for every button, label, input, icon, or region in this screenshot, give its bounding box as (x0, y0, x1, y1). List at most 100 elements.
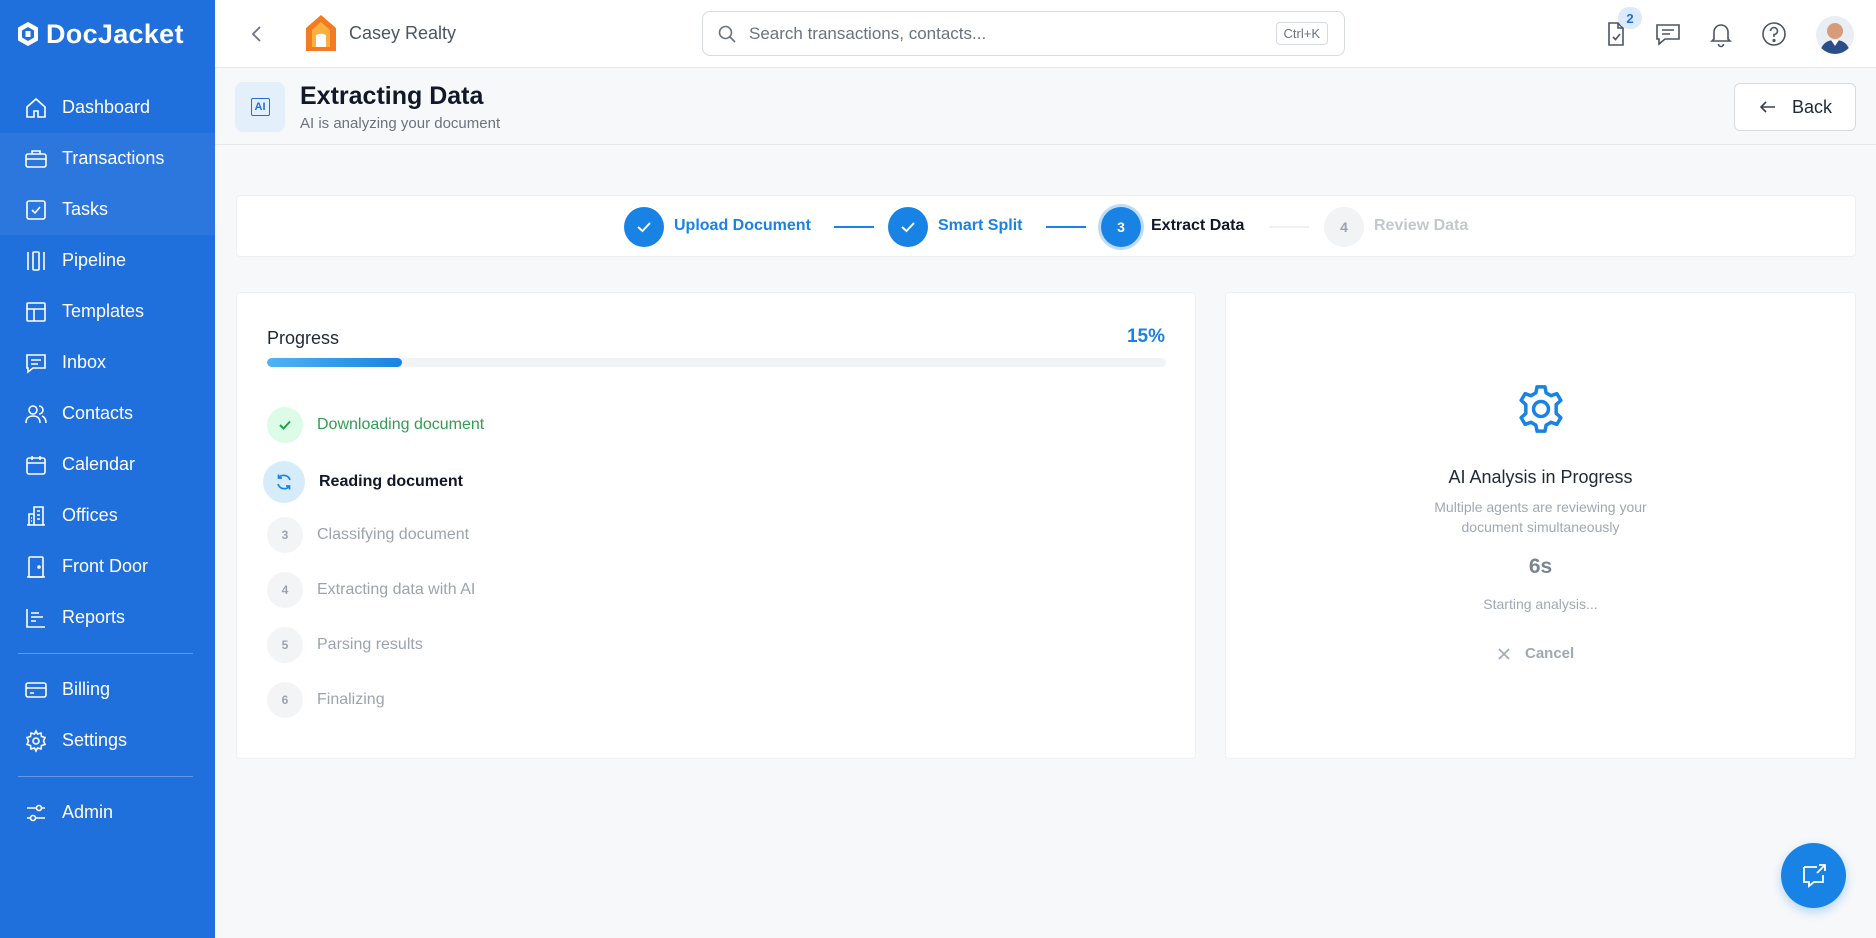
progress-card: Progress 15% Downloading document Readin… (236, 292, 1196, 759)
cancel-button[interactable]: Cancel (1497, 645, 1574, 662)
analysis-card: AI Analysis in Progress Multiple agents … (1225, 292, 1856, 759)
task-label: Finalizing (317, 691, 385, 708)
org-switcher[interactable]: Casey Realty (305, 14, 456, 52)
sliders-icon (27, 804, 45, 821)
sidebar-item-label: Pipeline (62, 250, 127, 270)
sidebar-item-label: Offices (62, 505, 118, 525)
task-label: Downloading document (317, 416, 485, 433)
step-3-label: Extract Data (1151, 217, 1245, 234)
sidebar-divider (18, 776, 193, 777)
inbox-icon (26, 353, 46, 374)
search-icon (718, 25, 736, 43)
sidebar-item-settings[interactable]: Settings (0, 715, 215, 766)
sidebar-item-label: Calendar (62, 454, 136, 474)
step-3-number: 3 (1101, 207, 1141, 247)
page-subtitle: AI is analyzing your document (300, 115, 501, 132)
task-number: 6 (267, 682, 303, 718)
task-item: 6 Finalizing (267, 682, 385, 718)
stepper: Upload Document Smart Split 3 Extract Da… (236, 195, 1856, 257)
credit-card-icon (25, 681, 47, 698)
sidebar-item-front-door[interactable]: Front Door (0, 541, 215, 592)
sidebar-item-tasks[interactable]: Tasks (0, 184, 215, 235)
sidebar-item-dashboard[interactable]: Dashboard (0, 82, 215, 133)
step-connector (1269, 226, 1309, 228)
top-bar: Casey Realty Ctrl+K 2 (215, 0, 1876, 68)
sidebar-item-admin[interactable]: Admin (0, 787, 215, 838)
sidebar-item-label: Admin (62, 802, 114, 822)
check-icon (267, 407, 303, 443)
progress-bar-fill (267, 358, 402, 367)
task-label: Reading document (319, 473, 464, 490)
tasks-badge: 2 (1618, 7, 1642, 29)
sidebar-item-contacts[interactable]: Contacts (0, 388, 215, 439)
search-bar[interactable]: Ctrl+K (702, 11, 1345, 56)
bell-icon[interactable] (1707, 20, 1735, 48)
step-4-label: Review Data (1374, 217, 1469, 234)
sidebar-item-label: Billing (62, 679, 111, 699)
task-item: Downloading document (267, 407, 484, 443)
sidebar-divider (18, 653, 193, 654)
progress-percent: 15% (1126, 326, 1165, 347)
search-shortcut: Ctrl+K (1275, 22, 1328, 45)
sidebar-item-label: Transactions (62, 148, 165, 168)
chevron-left-icon[interactable] (245, 22, 269, 46)
sidebar-item-calendar[interactable]: Calendar (0, 439, 215, 490)
search-input[interactable] (749, 23, 1276, 44)
briefcase-icon (25, 149, 47, 168)
task-label: Classifying document (317, 526, 470, 543)
sidebar-item-label: Inbox (62, 352, 107, 372)
task-number: 4 (267, 572, 303, 608)
task-item: 4 Extracting data with AI (267, 572, 475, 608)
avatar[interactable] (1816, 16, 1854, 54)
page-title: Extracting Data (300, 82, 484, 110)
sidebar-item-transactions[interactable]: Transactions (0, 133, 215, 184)
calendar-icon (26, 455, 46, 475)
sidebar-item-label: Contacts (62, 403, 134, 423)
close-icon (1498, 647, 1510, 660)
step-connector (834, 226, 874, 228)
sidebar: DocJacket Dashboard Transactions Tasks P… (0, 0, 215, 938)
house-logo-icon (306, 15, 336, 51)
step-4-number: 4 (1324, 207, 1364, 247)
building-icon (27, 505, 45, 526)
analysis-title: AI Analysis in Progress (1448, 467, 1633, 487)
sidebar-item-templates[interactable]: Templates (0, 286, 215, 337)
logo[interactable]: DocJacket (0, 0, 215, 68)
pipeline-icon (27, 250, 45, 271)
sidebar-item-reports[interactable]: Reports (0, 592, 215, 643)
task-item: 3 Classifying document (267, 517, 469, 553)
progress-bar (267, 358, 1166, 367)
org-name: Casey Realty (349, 22, 457, 43)
back-button-label: Back (1791, 96, 1833, 117)
sidebar-item-inbox[interactable]: Inbox (0, 337, 215, 388)
sidebar-item-label: Settings (62, 730, 128, 750)
sidebar-item-billing[interactable]: Billing (0, 664, 215, 715)
ai-icon-text: AI (250, 98, 270, 116)
back-button[interactable]: Back (1734, 83, 1856, 131)
chat-external-icon (1802, 863, 1826, 888)
page-header: AI Extracting Data AI is analyzing your … (215, 68, 1876, 145)
avatar-image (1816, 16, 1854, 54)
sidebar-item-label: Templates (62, 301, 145, 321)
ai-icon: AI (235, 82, 285, 132)
help-icon[interactable] (1760, 20, 1788, 48)
task-number: 3 (267, 517, 303, 553)
step-2-label: Smart Split (938, 217, 1023, 234)
gear-icon (25, 728, 47, 753)
sidebar-item-pipeline[interactable]: Pipeline (0, 235, 215, 286)
sidebar-item-label: Tasks (62, 199, 109, 219)
task-number: 5 (267, 627, 303, 663)
sidebar-nav: Dashboard Transactions Tasks Pipeline Te… (0, 68, 215, 838)
task-item: Reading document (263, 461, 463, 503)
template-icon (26, 301, 46, 322)
sidebar-item-offices[interactable]: Offices (0, 490, 215, 541)
task-label: Parsing results (317, 636, 423, 653)
feedback-button[interactable] (1781, 843, 1846, 908)
cancel-label: Cancel (1525, 645, 1575, 662)
step-connector (1046, 226, 1086, 228)
analysis-description-text: Multiple agents are reviewing your docum… (1434, 499, 1647, 535)
sidebar-item-label: Reports (62, 607, 126, 627)
sidebar-item-label: Dashboard (62, 97, 151, 117)
chat-icon[interactable] (1654, 20, 1682, 48)
logo-text: DocJacket (46, 18, 184, 49)
